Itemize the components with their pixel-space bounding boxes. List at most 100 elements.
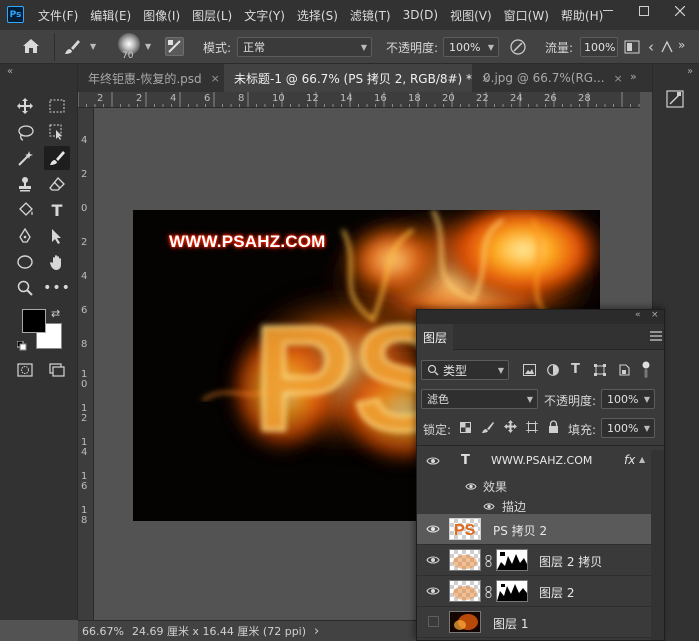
magic-wand-tool-icon[interactable] [12, 146, 38, 170]
lock-image-icon[interactable] [482, 421, 494, 436]
layer-opacity-input[interactable]: 100% ▼ [601, 389, 655, 409]
mask-link-icon[interactable] [485, 555, 492, 570]
zoom-tool-icon[interactable] [12, 276, 38, 300]
layer-row[interactable]: PS PS 拷贝 2 [417, 514, 651, 545]
menu-edit[interactable]: 编辑(E) [90, 7, 131, 24]
layer-name[interactable]: PS 拷贝 2 [493, 522, 547, 539]
brush-preset-chevron-down-icon[interactable]: ▼ [90, 42, 96, 51]
flow-input[interactable]: 100% [580, 37, 618, 57]
brush-angle-icon[interactable] [660, 40, 674, 57]
ellipse-tool-icon[interactable] [12, 250, 38, 274]
menu-filter[interactable]: 滤镜(T) [350, 7, 391, 24]
panel-collapse-icon[interactable]: « [635, 310, 641, 320]
eraser-tool-icon[interactable] [44, 172, 70, 196]
properties-panel-icon[interactable] [664, 88, 686, 110]
visibility-eye-icon[interactable] [426, 584, 440, 598]
lock-transparent-icon[interactable] [460, 422, 471, 436]
opacity-input[interactable]: 100% ▼ [443, 37, 499, 57]
filter-pixel-icon[interactable] [523, 364, 536, 379]
options-overflow-icon[interactable]: » [678, 38, 685, 52]
menu-select[interactable]: 选择(S) [297, 7, 338, 24]
visibility-eye-icon[interactable] [426, 522, 440, 536]
layer-row-text[interactable]: T WWW.PSAHZ.COM fx ▲ [417, 446, 651, 476]
lock-all-icon[interactable] [548, 420, 559, 436]
layer-name[interactable]: 图层 2 拷贝 [539, 553, 602, 570]
mode-select[interactable]: 正常 ▼ [237, 37, 372, 57]
menu-view[interactable]: 视图(V) [450, 7, 492, 24]
fill-input[interactable]: 100% ▼ [601, 418, 655, 438]
airbrush-icon[interactable] [624, 40, 640, 57]
tab-close-icon[interactable]: × [211, 72, 220, 85]
menu-window[interactable]: 窗口(W) [504, 7, 549, 24]
visibility-eye-icon[interactable] [426, 454, 440, 468]
zoom-level[interactable]: 66.67% [82, 625, 124, 638]
object-selection-tool-icon[interactable] [44, 120, 70, 144]
hand-tool-icon[interactable] [44, 250, 70, 274]
fx-icon[interactable]: fx [624, 453, 635, 467]
photoshop-logo[interactable]: Ps [7, 6, 24, 23]
screen-mode-icon[interactable] [44, 358, 70, 382]
brush-tool-icon[interactable] [44, 146, 70, 170]
foreground-color-swatch[interactable] [22, 309, 46, 333]
menu-3d[interactable]: 3D(D) [403, 8, 438, 22]
lasso-tool-icon[interactable] [12, 120, 38, 144]
vertical-ruler[interactable]: 4 2 0 2 4 6 8 1 0 1 2 1 4 1 6 1 8 [78, 108, 94, 620]
filter-adjustment-icon[interactable] [547, 364, 559, 379]
filter-smart-object-icon[interactable] [618, 364, 630, 379]
home-icon[interactable] [22, 38, 40, 57]
layer-row[interactable]: 图层 1 [417, 607, 651, 638]
paint-bucket-tool-icon[interactable] [12, 198, 38, 222]
visibility-toggle-off-icon[interactable] [428, 616, 439, 627]
panel-close-icon[interactable]: × [651, 310, 659, 320]
brush-size-chevron-down-icon[interactable]: ▼ [145, 42, 151, 51]
visibility-eye-icon[interactable] [426, 553, 440, 567]
minimize-icon[interactable] [590, 0, 626, 22]
stroke-effect-row[interactable]: 描边 [417, 496, 651, 516]
lock-artboard-icon[interactable] [526, 421, 538, 436]
layer-mask-thumbnail[interactable] [496, 580, 528, 602]
panel-titlebar[interactable]: « × [417, 310, 664, 324]
layer-name[interactable]: 图层 2 [539, 584, 574, 601]
brush-settings-panel-icon[interactable] [165, 37, 184, 56]
lock-position-icon[interactable] [504, 420, 517, 436]
mask-link-icon[interactable] [485, 586, 492, 601]
clone-stamp-tool-icon[interactable] [12, 172, 38, 196]
layer-row[interactable]: 图层 2 [417, 576, 651, 607]
brush-tool-icon[interactable] [63, 38, 81, 59]
menu-layer[interactable]: 图层(L) [192, 7, 232, 24]
move-tool-icon[interactable] [12, 94, 38, 118]
layers-scrollbar[interactable] [651, 450, 664, 640]
tab-document-2[interactable]: 未标题-1 @ 66.7% (PS 拷贝 2, RGB/8#) * × [224, 64, 490, 92]
tab-layers[interactable]: 图层 [417, 324, 453, 351]
marquee-tool-icon[interactable] [44, 94, 70, 118]
pressure-opacity-icon[interactable] [509, 38, 527, 59]
toolbar-collapse-icon[interactable]: « [7, 66, 13, 77]
default-colors-icon[interactable] [16, 340, 27, 354]
filter-shape-icon[interactable] [594, 364, 606, 379]
pen-tool-icon[interactable] [12, 224, 38, 248]
panel-menu-icon[interactable] [650, 330, 662, 344]
path-selection-tool-icon[interactable] [44, 224, 70, 248]
layer-mask-thumbnail[interactable] [496, 549, 528, 571]
type-tool-icon[interactable]: T [44, 198, 70, 222]
menu-file[interactable]: 文件(F) [38, 7, 78, 24]
smoothing-icon[interactable]: ‹ [648, 38, 654, 56]
tab-document-1[interactable]: 年终钜惠-恢复的.psd × [78, 64, 223, 92]
swap-colors-icon[interactable]: ⇄ [51, 307, 60, 320]
stroke-visibility-eye-icon[interactable] [483, 500, 495, 514]
menu-type[interactable]: 文字(Y) [244, 7, 285, 24]
tab-document-3[interactable]: 0.jpg @ 66.7%(RG... × [473, 64, 623, 92]
more-tools-icon[interactable]: ••• [43, 276, 70, 300]
layer-name[interactable]: WWW.PSAHZ.COM [491, 454, 592, 467]
panel-expand-icon[interactable]: » [687, 66, 693, 77]
layer-name[interactable]: 图层 1 [493, 615, 528, 632]
blend-mode-select[interactable]: 滤色 ▼ [421, 389, 538, 409]
tab-close-icon[interactable]: × [614, 72, 623, 85]
close-icon[interactable] [662, 0, 698, 22]
chevron-up-icon[interactable]: ▲ [639, 455, 645, 464]
quick-mask-icon[interactable] [12, 358, 38, 382]
menu-image[interactable]: 图像(I) [143, 7, 180, 24]
horizontal-ruler[interactable]: 2 2 4 6 8 10 12 14 16 18 20 22 24 26 28 [78, 92, 640, 108]
layer-row[interactable]: 图层 2 拷贝 [417, 545, 651, 576]
status-menu-arrow-icon[interactable]: › [314, 624, 319, 639]
